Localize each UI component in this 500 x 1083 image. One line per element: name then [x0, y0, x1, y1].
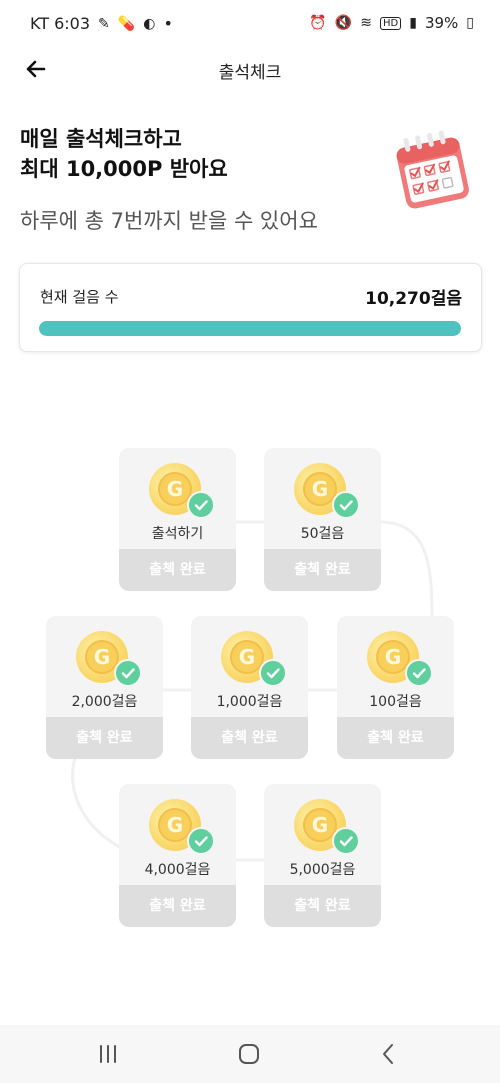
check-icon	[259, 659, 287, 687]
stamp-complete-button[interactable]: 출첵 완료	[46, 717, 163, 759]
status-left: KT 6:03 ✎ 💊 ◐ •	[30, 14, 173, 33]
steps-card: 현재 걸음 수 10,270걸음	[19, 263, 482, 352]
stamp-complete-button[interactable]: 출첵 완료	[264, 885, 381, 927]
coin-icon: G	[294, 799, 360, 857]
more-dot: •	[163, 14, 173, 33]
steps-progress-bar	[39, 321, 461, 336]
page-title: 출석체크	[218, 63, 282, 83]
status-right: ⏰ 🔇 ≋ HD ▮ 39% ▯	[309, 14, 474, 32]
steps-label: 현재 걸음 수	[40, 288, 119, 306]
check-icon	[187, 827, 215, 855]
calendar-icon	[392, 126, 474, 212]
hd-badge: HD	[379, 16, 402, 30]
coin-icon: G	[76, 631, 142, 689]
stamp-complete-button[interactable]: 출첵 완료	[119, 549, 236, 591]
coin-icon: G	[367, 631, 433, 689]
coin-icon: G	[294, 463, 360, 521]
hero-title-line1: 매일 출석체크하고	[20, 127, 182, 151]
compass-icon: ◐	[143, 15, 156, 32]
stamp-5000-steps: G 5,000걸음 출첵 완료	[264, 784, 381, 927]
coin-icon: G	[221, 631, 287, 689]
signal-icon: ▮	[409, 15, 417, 31]
hero-title: 매일 출석체크하고 최대 10,000P 받아요	[20, 124, 228, 184]
check-icon	[114, 659, 142, 687]
carrier-time: KT 6:03	[30, 14, 91, 33]
app-bar: 출석체크	[0, 46, 500, 92]
notification-icon: ✎	[98, 15, 110, 32]
hero-title-line2: 최대 10,000P 받아요	[20, 157, 228, 181]
stamp-label: 출석하기	[151, 526, 204, 542]
status-bar: KT 6:03 ✎ 💊 ◐ • ⏰ 🔇 ≋ HD ▮ 39% ▯	[0, 0, 500, 46]
steps-value: 10,270걸음	[365, 289, 462, 309]
stamp-complete-button[interactable]: 출첵 완료	[337, 717, 454, 759]
home-icon[interactable]	[234, 1039, 264, 1069]
stamp-label: 4,000걸음	[144, 862, 211, 878]
stamp-100-steps: G 100걸음 출첵 완료	[337, 616, 454, 759]
stamp-2000-steps: G 2,000걸음 출첵 완료	[46, 616, 163, 759]
steps-progress-fill	[39, 321, 461, 336]
alarm-icon: ⏰	[309, 15, 327, 31]
check-icon	[332, 827, 360, 855]
stamp-label: 2,000걸음	[71, 694, 138, 710]
pill-icon: 💊	[117, 15, 136, 32]
recents-icon[interactable]	[93, 1039, 123, 1069]
check-icon	[187, 491, 215, 519]
stamp-50-steps: G 50걸음 출첵 완료	[264, 448, 381, 591]
stamp-label: 50걸음	[300, 526, 345, 542]
stamp-label: 1,000걸음	[216, 694, 283, 710]
battery-icon: ▯	[466, 15, 474, 31]
check-icon	[332, 491, 360, 519]
stamp-complete-button[interactable]: 출첵 완료	[191, 717, 308, 759]
system-nav-bar	[0, 1025, 500, 1083]
hero-subtitle: 하루에 총 7번까지 받을 수 있어요	[20, 209, 318, 233]
coin-icon: G	[149, 463, 215, 521]
mute-icon: 🔇	[334, 15, 353, 31]
battery-text: 39%	[424, 14, 459, 32]
stamp-1000-steps: G 1,000걸음 출첵 완료	[191, 616, 308, 759]
stamp-attendance: G 출석하기 출첵 완료	[119, 448, 236, 591]
stamp-label: 100걸음	[369, 694, 422, 710]
coin-icon: G	[149, 799, 215, 857]
stamp-complete-button[interactable]: 출첵 완료	[264, 549, 381, 591]
back-chevron-icon[interactable]	[374, 1039, 404, 1069]
wifi-icon: ≋	[360, 15, 372, 31]
stamp-4000-steps: G 4,000걸음 출첵 완료	[119, 784, 236, 927]
stamp-complete-button[interactable]: 출첵 완료	[119, 885, 236, 927]
check-icon	[405, 659, 433, 687]
stamp-label: 5,000걸음	[289, 862, 356, 878]
